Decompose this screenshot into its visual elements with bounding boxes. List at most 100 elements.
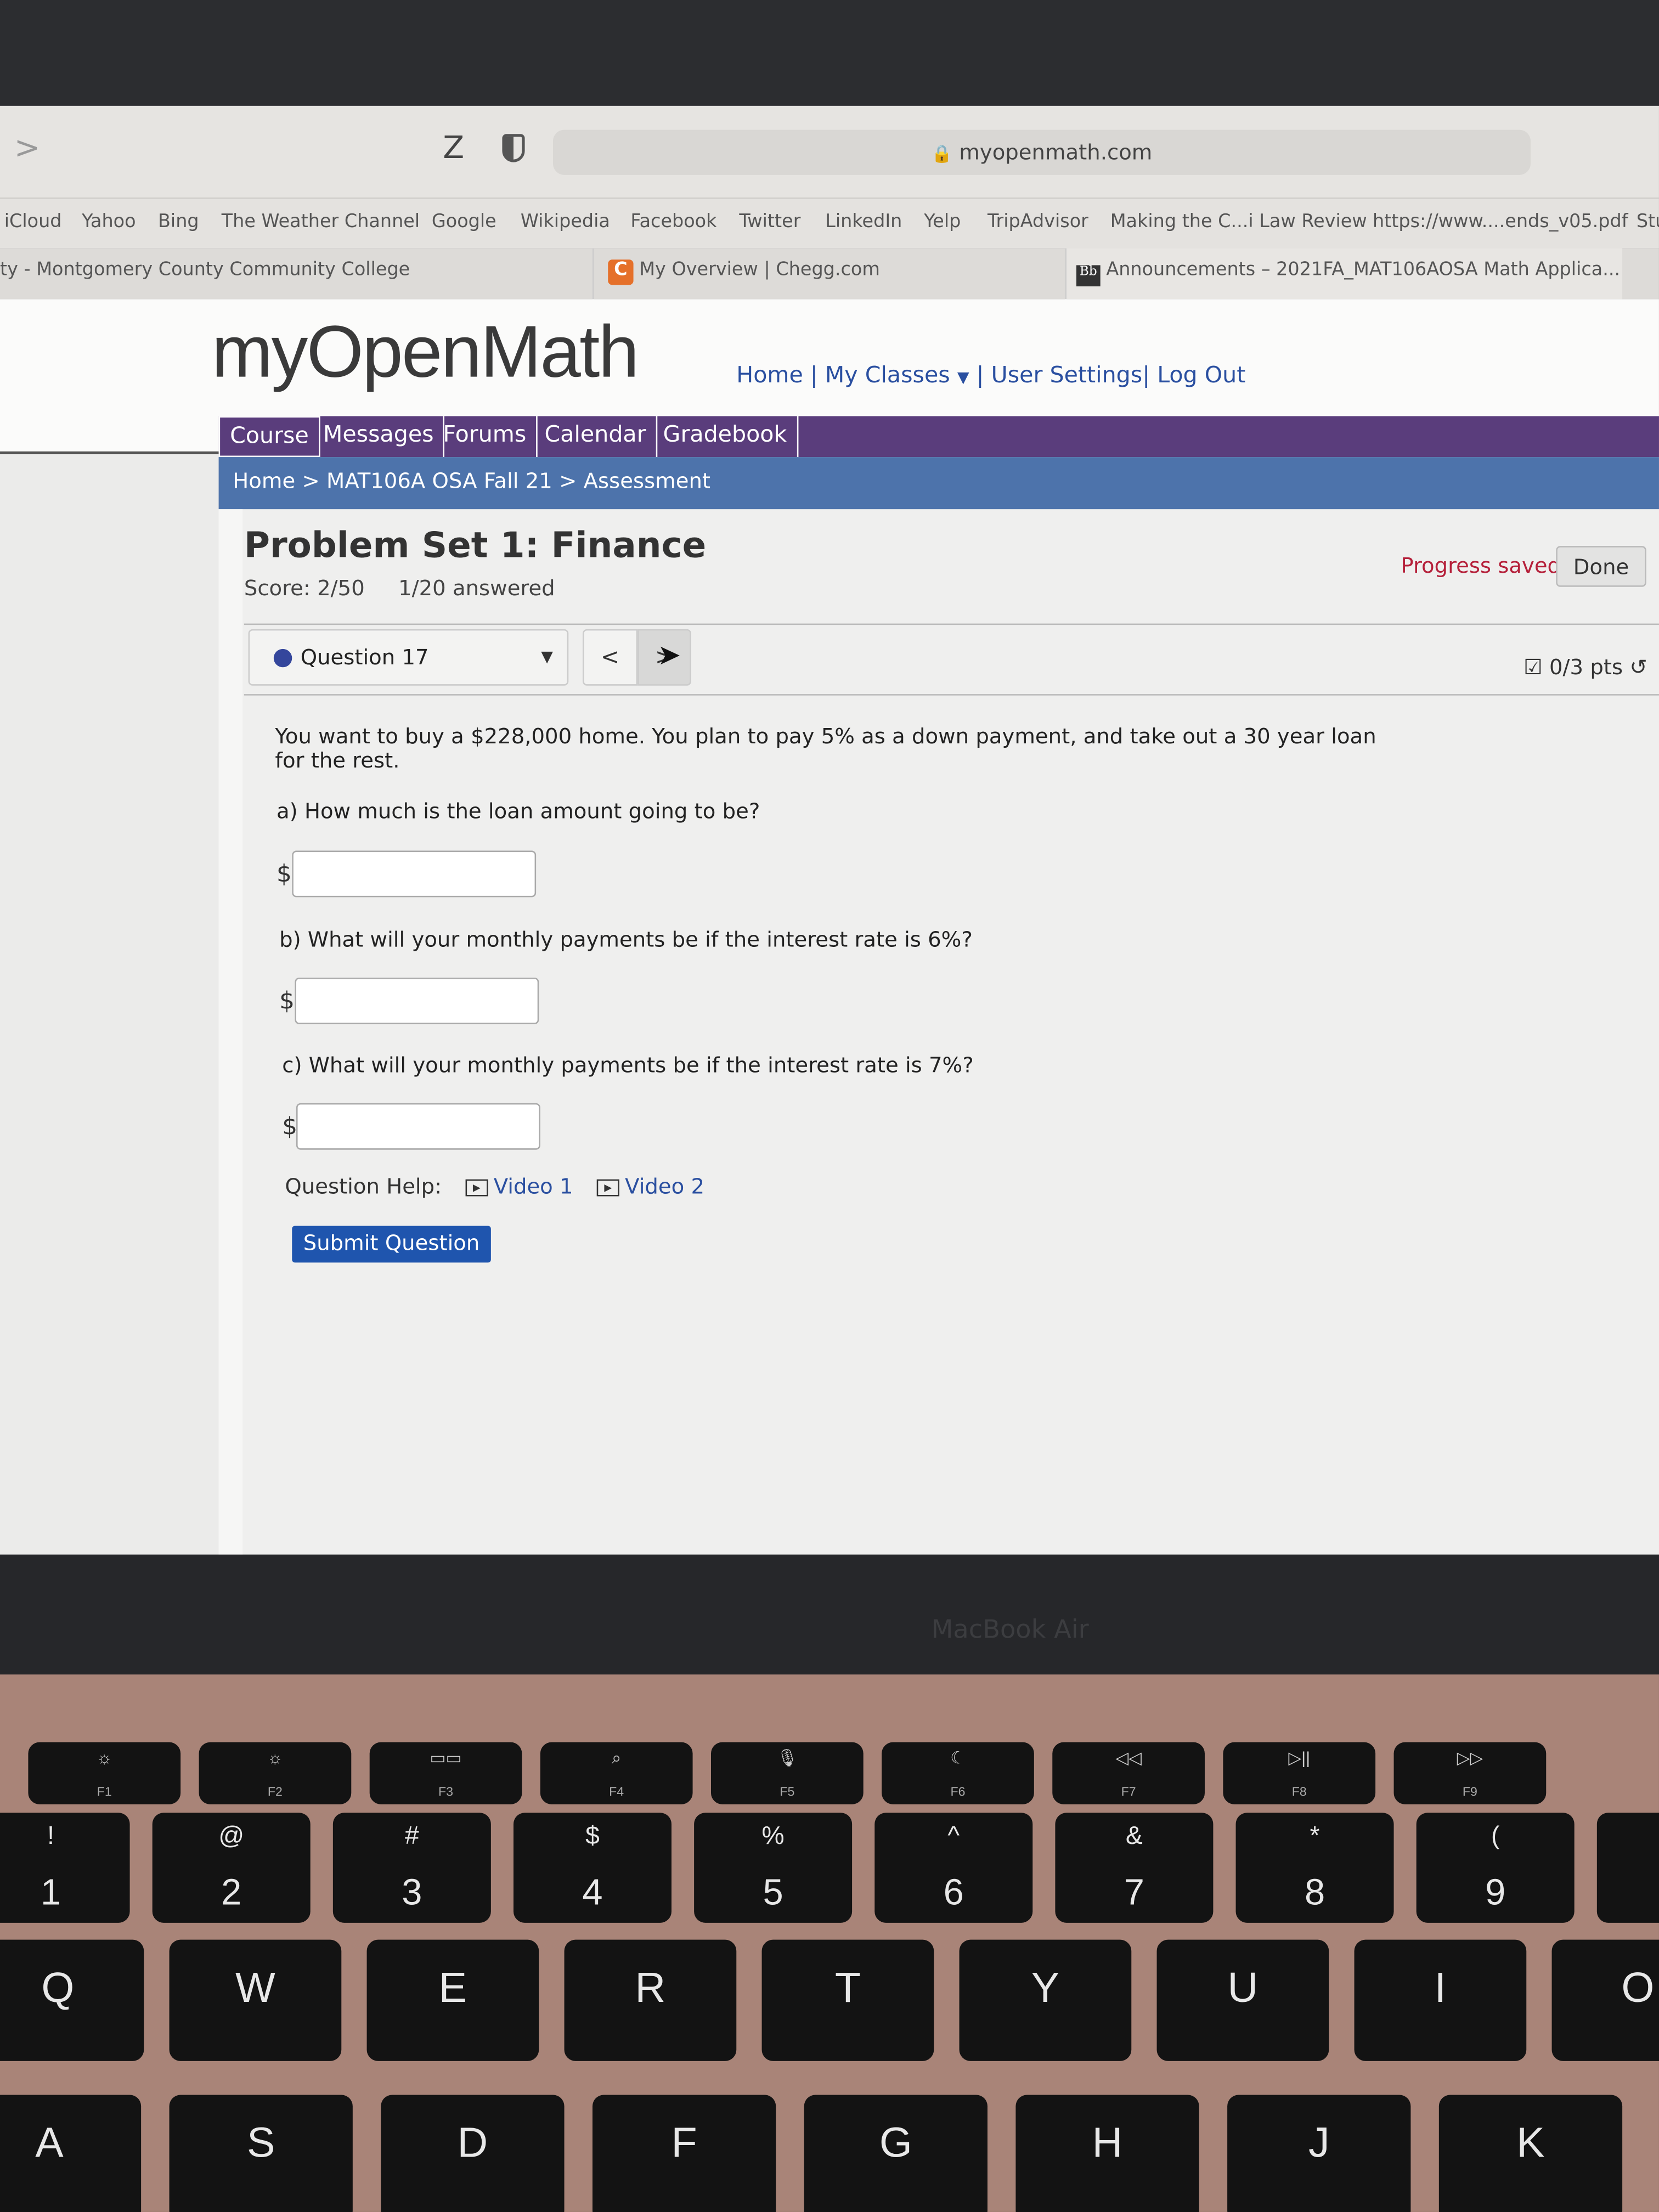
- key-f7[interactable]: ◁◁ F7: [1052, 1742, 1205, 1804]
- tab-forums[interactable]: Forums: [433, 416, 538, 458]
- key-8[interactable]: * 8: [1235, 1813, 1394, 1923]
- key-s[interactable]: S: [169, 2095, 353, 2212]
- payment-7pct-input[interactable]: [296, 1103, 540, 1150]
- key-label: F9: [1462, 1784, 1477, 1799]
- key-a[interactable]: A: [0, 2095, 142, 2212]
- key-9[interactable]: (9: [1416, 1813, 1575, 1923]
- nav-log-out[interactable]: Log Out: [1157, 361, 1245, 388]
- key-o[interactable]: O: [1551, 1939, 1659, 2061]
- question-select[interactable]: Question 17 ▼: [248, 629, 569, 686]
- key-7[interactable]: & 7: [1055, 1813, 1214, 1923]
- address-bar[interactable]: 🔒 myopenmath.com: [552, 129, 1531, 175]
- key-6[interactable]: ^ 6: [874, 1813, 1033, 1923]
- privacy-shield-icon[interactable]: [502, 134, 525, 162]
- bookmark[interactable]: Yelp: [924, 212, 961, 233]
- previous-question-button[interactable]: <: [582, 629, 638, 686]
- key-icon: ▭▭: [430, 1747, 462, 1768]
- key-label: F6: [950, 1784, 966, 1799]
- dollar-prefix: $: [282, 1113, 298, 1142]
- bookmark[interactable]: The Weather Channel: [222, 212, 420, 233]
- tab-blackboard[interactable]: Bb Announcements – 2021FA_MAT106AOSA Mat…: [1065, 248, 1623, 300]
- key-4[interactable]: $4: [513, 1813, 672, 1923]
- key-g[interactable]: G: [804, 2095, 988, 2212]
- tab-title: ty - Montgomery County Community College: [0, 259, 410, 281]
- toolbar-extension-z-icon[interactable]: Z: [443, 131, 464, 166]
- key-0[interactable]: )0: [1596, 1813, 1659, 1923]
- key-w[interactable]: W: [169, 1939, 342, 2061]
- part-c-prompt: c) What will your monthly payments be if…: [282, 1052, 974, 1078]
- key-f8[interactable]: ▷|| F8: [1223, 1742, 1376, 1804]
- key-f[interactable]: F: [592, 2095, 776, 2212]
- tab-montgomery[interactable]: ty - Montgomery County Community College: [0, 249, 592, 300]
- key-r[interactable]: R: [564, 1939, 737, 2061]
- site-logo[interactable]: myOpenMath: [212, 311, 639, 395]
- question-text: You want to buy a $228,000 home. You pla…: [275, 724, 1376, 774]
- retry-icon[interactable]: ↺: [1629, 654, 1647, 680]
- question-status-dot-icon: [273, 648, 292, 668]
- bookmark[interactable]: Wikipedia: [521, 212, 610, 233]
- answered-count: 1/20 answered: [398, 575, 555, 601]
- bookmark[interactable]: LinkedIn: [825, 212, 902, 233]
- back-chevron-icon[interactable]: >: [14, 131, 40, 166]
- video-1-link[interactable]: Video 1: [494, 1173, 573, 1199]
- key-y[interactable]: Y: [959, 1939, 1132, 2061]
- bookmark[interactable]: TripAdvisor: [988, 212, 1088, 233]
- key-label: O: [1621, 1965, 1655, 2012]
- key-f6[interactable]: ☾ F6: [882, 1742, 1034, 1804]
- key-h[interactable]: H: [1015, 2095, 1199, 2212]
- breadcrumb-course[interactable]: MAT106A OSA Fall 21: [326, 469, 552, 494]
- bookmark[interactable]: Yahoo: [82, 212, 136, 233]
- bookmark[interactable]: Stu: [1637, 212, 1659, 233]
- key-label: F3: [438, 1784, 454, 1799]
- key-icon: ☼: [97, 1747, 112, 1768]
- video-2-link[interactable]: Video 2: [625, 1173, 704, 1199]
- key-f1[interactable]: ☼ F1: [28, 1742, 181, 1804]
- tab-course[interactable]: Course: [218, 416, 320, 458]
- key-i[interactable]: I: [1354, 1939, 1527, 2061]
- key-j[interactable]: J: [1227, 2095, 1411, 2212]
- blackboard-favicon-icon: Bb: [1076, 265, 1101, 286]
- tab-gradebook[interactable]: Gradebook: [653, 416, 798, 458]
- tab-chegg[interactable]: C My Overview | Chegg.com: [592, 248, 1065, 300]
- bookmark[interactable]: Bing: [158, 212, 199, 233]
- tab-calendar[interactable]: Calendar: [535, 416, 658, 458]
- nav-user-settings[interactable]: User Settings: [991, 361, 1143, 388]
- key-t[interactable]: T: [761, 1939, 934, 2061]
- bookmark[interactable]: Making the C...i Law Review: [1110, 212, 1367, 233]
- nav-my-classes[interactable]: My Classes: [825, 361, 950, 388]
- key-k[interactable]: K: [1438, 2095, 1623, 2212]
- key-f5[interactable]: 🎙 F5: [710, 1742, 864, 1804]
- key-e[interactable]: E: [366, 1939, 539, 2061]
- key-label: 6: [943, 1870, 964, 1913]
- score-line: Score: 2/50 1/20 answered: [244, 575, 555, 601]
- bookmark[interactable]: Google: [432, 212, 496, 233]
- submit-question-button[interactable]: Submit Question: [292, 1226, 491, 1263]
- tab-messages[interactable]: Messages: [313, 416, 445, 458]
- key-f2[interactable]: ☼ F2: [199, 1742, 352, 1804]
- loan-amount-input[interactable]: [292, 850, 537, 898]
- key-u[interactable]: U: [1156, 1939, 1329, 2061]
- lock-icon: 🔒: [931, 144, 953, 164]
- browser-tabs: ty - Montgomery County Community College…: [0, 248, 1659, 300]
- key-q[interactable]: Q: [0, 1939, 144, 2061]
- done-button[interactable]: Done: [1556, 546, 1646, 587]
- key-1[interactable]: ! 1: [0, 1813, 130, 1923]
- video-play-icon: ▶: [465, 1178, 488, 1196]
- caret-down-icon[interactable]: ▼: [957, 368, 969, 386]
- key-f9[interactable]: ▷▷ F9: [1393, 1742, 1547, 1804]
- key-f4[interactable]: ⌕ F4: [540, 1742, 693, 1804]
- key-f3[interactable]: ▭▭ F3: [369, 1742, 522, 1804]
- key-2[interactable]: @2: [152, 1813, 311, 1923]
- key-label: R: [635, 1965, 666, 2012]
- key-d[interactable]: D: [381, 2095, 565, 2212]
- bookmark[interactable]: https://www....ends_v05.pdf: [1373, 212, 1628, 233]
- payment-6pct-input[interactable]: [295, 977, 539, 1024]
- nav-home[interactable]: Home: [736, 361, 803, 388]
- bookmark[interactable]: Twitter: [739, 212, 800, 233]
- tab-title: Announcements – 2021FA_MAT106AOSA Math A…: [1106, 259, 1621, 281]
- bookmark[interactable]: Facebook: [630, 212, 716, 233]
- breadcrumb-home[interactable]: Home: [233, 469, 295, 494]
- key-5[interactable]: % 5: [694, 1813, 853, 1923]
- key-3[interactable]: #3: [332, 1813, 491, 1923]
- bookmark[interactable]: iCloud: [4, 212, 62, 233]
